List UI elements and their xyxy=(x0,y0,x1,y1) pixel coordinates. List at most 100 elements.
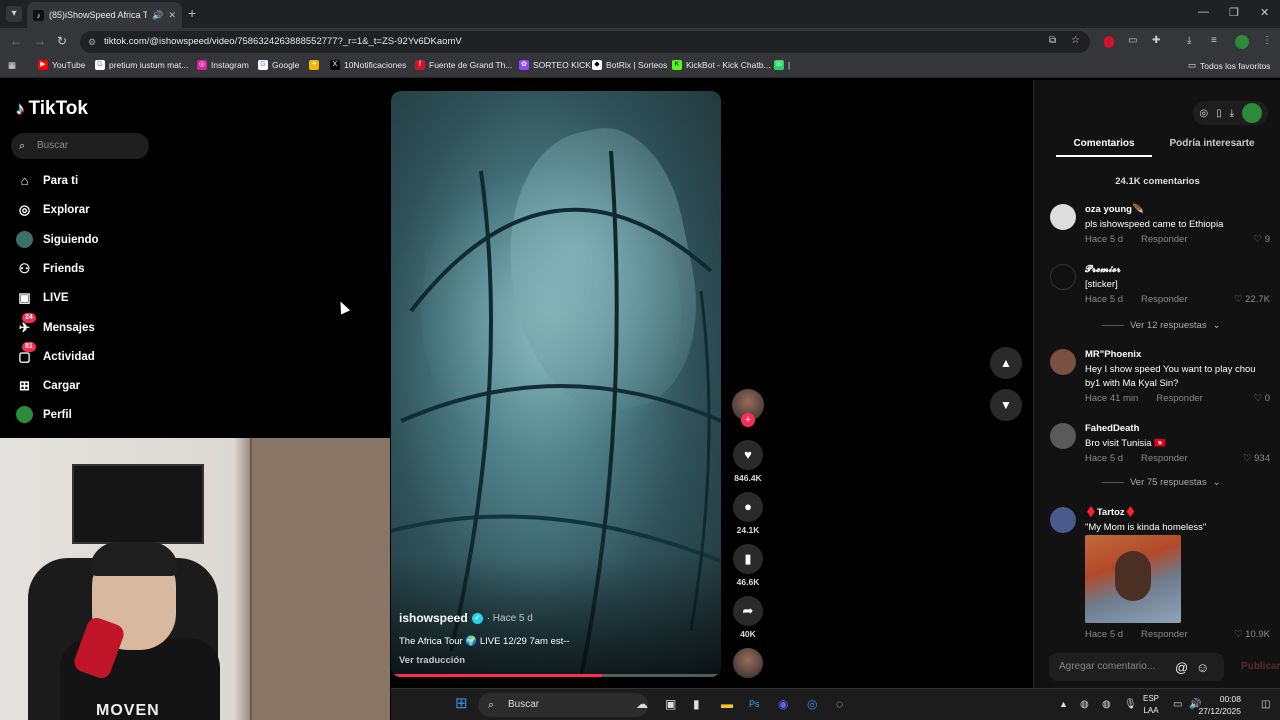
tab-search-list-icon[interactable]: ≡ xyxy=(1211,35,1217,46)
post-button[interactable]: Publicar xyxy=(1241,661,1280,672)
file-explorer-icon[interactable]: ▬ xyxy=(721,697,733,711)
back-icon[interactable]: ← xyxy=(10,34,22,48)
avatar[interactable] xyxy=(1050,204,1076,230)
previous-video-button[interactable]: ▲ xyxy=(990,347,1022,379)
tiktok-logo[interactable]: ♪ TikTok xyxy=(16,98,88,120)
taskbar-search[interactable]: ⌕ Buscar xyxy=(478,693,648,717)
bookmark-instagram[interactable]: ◎ Instagram xyxy=(197,60,249,70)
coins-icon[interactable]: ◎ xyxy=(1199,108,1208,119)
comment-like[interactable]: ♡ 0 xyxy=(1254,393,1270,404)
bookmark-star-icon[interactable]: ☆ xyxy=(1071,35,1080,46)
download-app-icon[interactable]: ⤓ xyxy=(1230,108,1234,119)
extensions-puzzle-icon[interactable]: ✚ xyxy=(1152,35,1160,46)
tray-chevron-icon[interactable]: ▲ xyxy=(1059,699,1068,709)
windows-start-icon[interactable]: ⊞ xyxy=(455,694,468,712)
browser-tab[interactable]: ♪ (85)iShowSpeed Africa Tour 🔊 ✕ xyxy=(27,2,182,28)
minimize-icon[interactable]: — xyxy=(1198,6,1209,18)
tab-podria-interesarte[interactable]: Podría interesarte xyxy=(1156,138,1268,149)
device-icon[interactable]: ▯ xyxy=(1216,108,1222,119)
discord-icon[interactable]: ◉ xyxy=(778,697,788,711)
avatar[interactable] xyxy=(1050,349,1076,375)
obs-icon[interactable]: ◌ xyxy=(836,697,843,711)
tab-comentarios[interactable]: Comentarios xyxy=(1056,138,1152,157)
comment-like[interactable]: ♡ 934 xyxy=(1243,453,1270,464)
view-replies[interactable]: Ver 75 respuestas ⌄ xyxy=(1102,477,1221,488)
bookmark-botrix[interactable]: ◆ BotRix | Sorteos xyxy=(592,60,667,70)
bookmark-sorteo[interactable]: ✿ SORTEO KICK xyxy=(519,60,591,70)
weather-icon[interactable]: ☁ xyxy=(636,697,648,711)
bookmark-kickbot[interactable]: K KickBot - Kick Chatb... xyxy=(672,60,771,70)
language-indicator[interactable]: ESP LAA xyxy=(1143,693,1159,717)
nav-perfil[interactable]: Perfil xyxy=(16,406,72,423)
tab-close-icon[interactable]: ✕ xyxy=(168,10,176,21)
apps-grid-icon[interactable]: ▦ xyxy=(8,60,16,71)
video-progress-bar[interactable] xyxy=(391,674,721,677)
bookmark-whatsapp[interactable]: ☏ | xyxy=(774,60,790,70)
nav-mensajes[interactable]: ✈ 24 Mensajes xyxy=(16,313,95,336)
comment-like[interactable]: ♡ 9 xyxy=(1254,234,1270,245)
share-button[interactable]: ➦ 40K xyxy=(732,596,764,639)
extension2-icon[interactable]: ▭ xyxy=(1128,35,1137,46)
music-disc[interactable] xyxy=(732,648,764,678)
bookmark-notificaciones[interactable]: X 10Notificaciones xyxy=(330,60,406,70)
bookmark-pretium[interactable]: Gpretium iustum mat... xyxy=(95,60,188,70)
user-avatar[interactable] xyxy=(1242,103,1262,123)
comment-author[interactable]: MR"Phoenix xyxy=(1085,349,1141,360)
reply-button[interactable]: Responder xyxy=(1141,294,1187,305)
site-info-icon[interactable]: ⚙ xyxy=(88,31,96,53)
nav-friends[interactable]: ⚇ Friends xyxy=(16,260,85,277)
tab-search-icon[interactable]: ▾ xyxy=(6,6,22,22)
bookmark-fuente[interactable]: f Fuente de Grand Th... xyxy=(415,60,512,70)
mention-icon[interactable]: @ xyxy=(1175,660,1188,675)
save-button[interactable]: ▮ 46.6K xyxy=(732,544,764,587)
nav-siguiendo[interactable]: Siguiendo xyxy=(16,231,99,248)
reply-button[interactable]: Responder xyxy=(1141,629,1187,640)
extension-icon[interactable] xyxy=(1104,36,1114,48)
download-icon[interactable]: ⤓ xyxy=(1187,35,1191,46)
translate-link[interactable]: Ver traducción xyxy=(399,655,465,666)
audio-icon[interactable]: 🔊 xyxy=(152,10,163,21)
video-player[interactable]: ishowspeed ✓ · Hace 5 d The Africa Tour … xyxy=(391,91,721,677)
comment-author[interactable]: ♦️Tartoz♦️ xyxy=(1085,507,1136,518)
view-replies[interactable]: Ver 12 respuestas ⌄ xyxy=(1102,320,1221,331)
forward-icon[interactable]: → xyxy=(34,34,46,48)
bookmark-pinwheel[interactable]: ✦ xyxy=(309,60,319,70)
nav-explorar[interactable]: ◎ Explorar xyxy=(16,201,90,218)
comment-author[interactable]: 𝓟𝓻𝓮𝓶𝓲𝓮𝓻 xyxy=(1085,264,1121,275)
profile-avatar-icon[interactable] xyxy=(1235,35,1249,49)
nav-para-ti[interactable]: ⌂ Para ti xyxy=(16,172,79,189)
app-icon[interactable]: ▮ xyxy=(693,697,700,711)
chrome-icon[interactable]: ◎ xyxy=(807,697,817,711)
avatar[interactable] xyxy=(1050,507,1076,533)
comment-image[interactable] xyxy=(1085,535,1181,623)
taskbar-clock[interactable]: 00:08 27/12/2025 xyxy=(1179,693,1241,717)
nav-actividad[interactable]: ▢ 81 Actividad xyxy=(16,342,95,365)
restore-icon[interactable]: ❐ xyxy=(1229,6,1239,19)
video-author[interactable]: ishowspeed ✓ · Hace 5 d xyxy=(399,611,533,625)
emoji-icon[interactable]: ☺ xyxy=(1196,660,1209,675)
comment-author[interactable]: FahedDeath xyxy=(1085,423,1139,434)
avatar[interactable] xyxy=(1050,423,1076,449)
reload-icon[interactable]: ↻ xyxy=(57,34,67,48)
reply-button[interactable]: Responder xyxy=(1141,453,1187,464)
photoshop-icon[interactable]: Ps xyxy=(749,699,760,709)
author-avatar[interactable]: + xyxy=(732,389,764,427)
notification-icon[interactable]: ◫ xyxy=(1261,699,1270,710)
follow-plus-icon[interactable]: + xyxy=(741,413,755,427)
task-view-icon[interactable]: ▣ xyxy=(665,697,676,711)
comment-like[interactable]: ♡ 22.7K xyxy=(1234,294,1270,305)
close-window-icon[interactable]: ✕ xyxy=(1260,6,1269,19)
like-button[interactable]: ♥ 846.4K xyxy=(732,440,764,483)
nav-live[interactable]: ▣ LIVE xyxy=(16,289,68,306)
tray-app2-icon[interactable]: ◍ xyxy=(1102,699,1111,710)
install-app-icon[interactable]: ⧉ xyxy=(1049,35,1056,46)
reply-button[interactable]: Responder xyxy=(1156,393,1202,404)
comment-like[interactable]: ♡ 10.9K xyxy=(1234,629,1270,640)
bookmark-google[interactable]: G Google xyxy=(258,60,299,70)
reply-button[interactable]: Responder xyxy=(1141,234,1187,245)
comment-button[interactable]: ● 24.1K xyxy=(732,492,764,535)
address-bar[interactable]: ⚙ tiktok.com/@ishowspeed/video/758632426… xyxy=(80,31,1090,53)
all-bookmarks[interactable]: ▭ Todos los favoritos xyxy=(1188,60,1270,71)
tray-app-icon[interactable]: ◍ xyxy=(1080,699,1089,710)
comment-author[interactable]: oza young🪶 xyxy=(1085,204,1144,215)
